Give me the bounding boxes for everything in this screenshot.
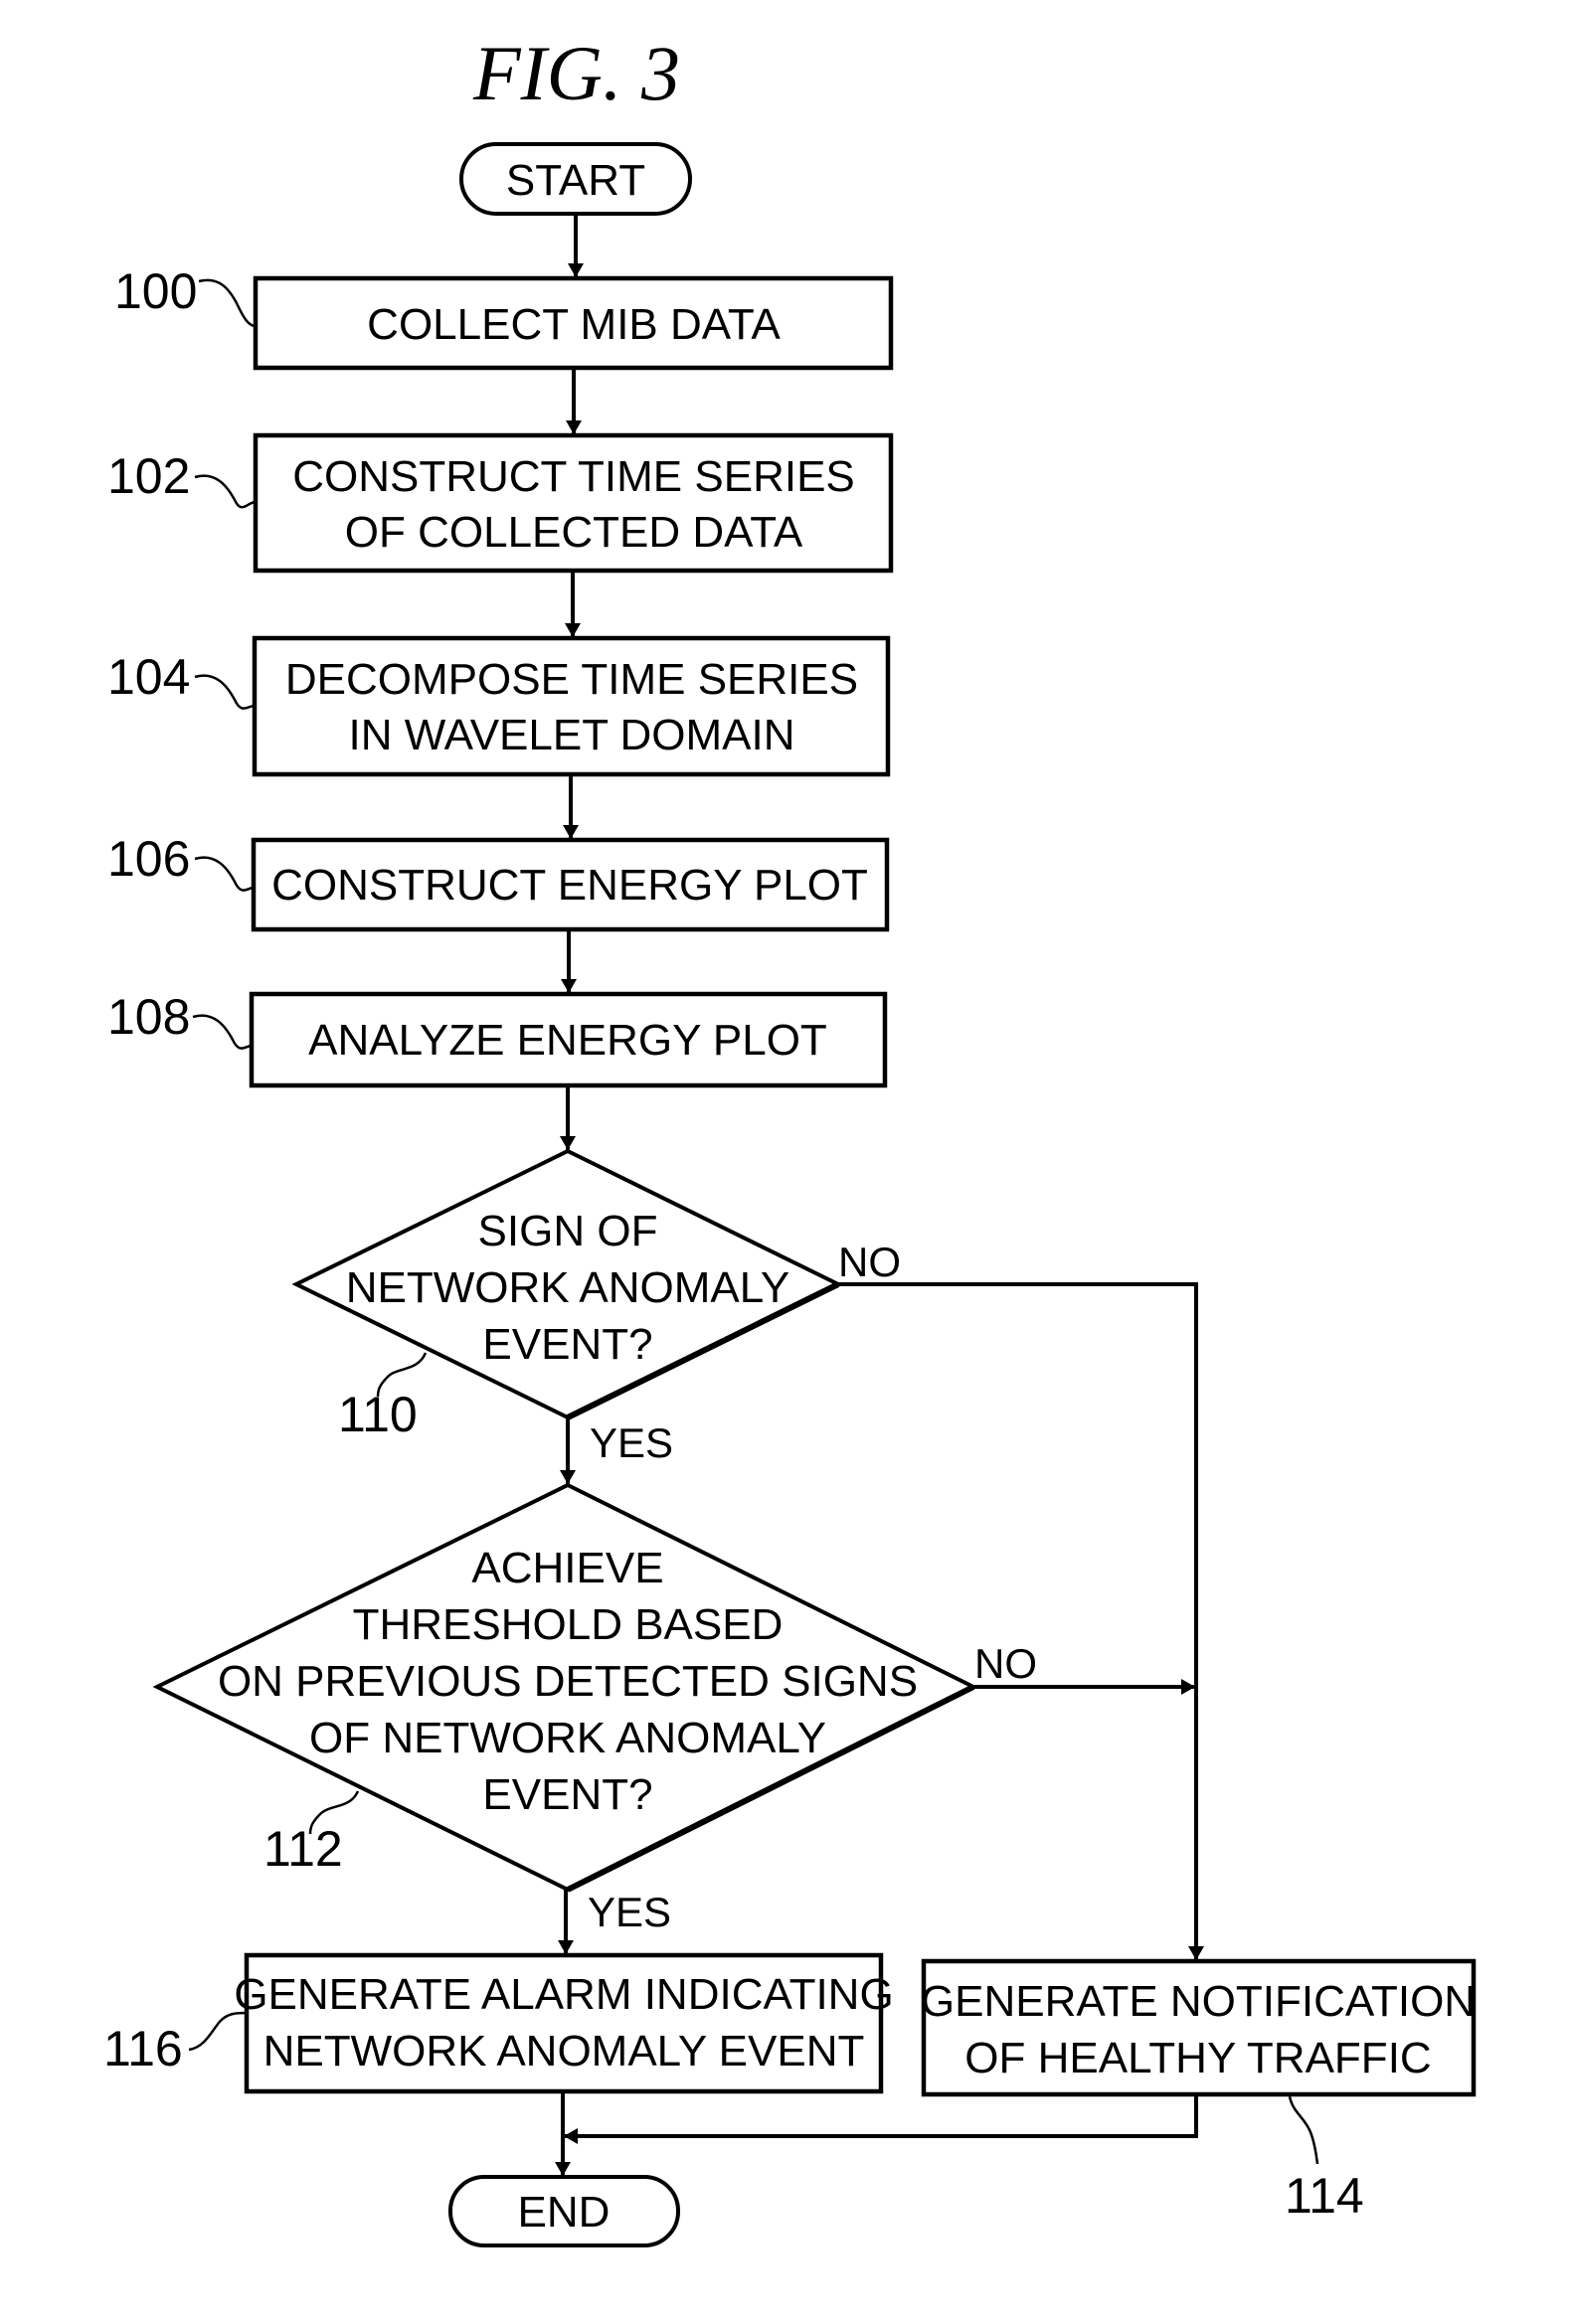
step-decompose-time-series: DECOMPOSE TIME SERIES IN WAVELET DOMAIN xyxy=(252,635,891,777)
step-label-line-1: GENERATE NOTIFICATION xyxy=(921,1977,1476,2026)
decision-sign-of-anomaly: SIGN OF NETWORK ANOMALY EVENT? xyxy=(291,1148,843,1420)
step-generate-alarm: GENERATE ALARM INDICATING NETWORK ANOMAL… xyxy=(234,1952,894,2094)
step-label-line-2: OF COLLECTED DATA xyxy=(345,508,803,557)
step-label-line-2: NETWORK ANOMALY EVENT xyxy=(263,2027,865,2075)
start-label: START xyxy=(506,156,645,205)
ref-number-108: 108 xyxy=(107,989,190,1045)
step-construct-time-series: CONSTRUCT TIME SERIES OF COLLECTED DATA xyxy=(253,432,894,574)
step-label: ANALYZE ENERGY PLOT xyxy=(308,1016,827,1065)
ref-leader xyxy=(1288,2095,1319,2165)
branch-label-no: NO xyxy=(974,1640,1037,1687)
decision-label-line-1: ACHIEVE xyxy=(471,1544,663,1592)
decision-label-line-4: OF NETWORK ANOMALY xyxy=(309,1714,826,1762)
step-label-line-1: CONSTRUCT TIME SERIES xyxy=(292,452,855,501)
branch-label-yes: YES xyxy=(590,1419,673,1466)
arrow-114-to-end xyxy=(564,2094,1198,2144)
decision-label-line-2: THRESHOLD BASED xyxy=(353,1600,784,1649)
ref-leader xyxy=(192,1014,253,1050)
decision-label-line-2: NETWORK ANOMALY xyxy=(346,1263,790,1312)
branch-label-yes: YES xyxy=(588,1889,671,1935)
arrow-110-no xyxy=(838,1282,1204,1960)
decision-label-line-5: EVENT? xyxy=(482,1770,652,1819)
step-label-line-2: OF HEALTHY TRAFFIC xyxy=(964,2034,1431,2082)
decision-label-line-1: SIGN OF xyxy=(478,1207,658,1255)
end-terminal: END xyxy=(448,2175,680,2247)
ref-leader xyxy=(194,474,257,509)
decision-label-line-3: EVENT? xyxy=(482,1320,652,1369)
step-label-line-1: DECOMPOSE TIME SERIES xyxy=(285,655,858,704)
flowchart: FIG. 3 START COLLECT MIB DATA 100 CONSTR… xyxy=(103,30,1477,2247)
branch-label-no: NO xyxy=(838,1239,901,1285)
ref-number-112: 112 xyxy=(263,1821,343,1877)
step-analyze-energy-plot: ANALYZE ENERGY PLOT xyxy=(249,991,888,1088)
step-generate-notification: GENERATE NOTIFICATION OF HEALTHY TRAFFIC xyxy=(921,1958,1477,2097)
start-terminal: START xyxy=(459,142,692,216)
step-collect-mib-data: COLLECT MIB DATA xyxy=(253,275,894,371)
figure-title: FIG. 3 xyxy=(472,30,680,116)
step-label: COLLECT MIB DATA xyxy=(367,300,781,349)
end-label: END xyxy=(518,2188,611,2237)
ref-number-104: 104 xyxy=(107,649,190,705)
ref-leader xyxy=(194,856,255,892)
step-label: CONSTRUCT ENERGY PLOT xyxy=(271,861,868,910)
ref-leader xyxy=(194,674,256,710)
ref-number-116: 116 xyxy=(103,2021,183,2076)
ref-number-114: 114 xyxy=(1285,2168,1364,2224)
ref-number-102: 102 xyxy=(107,448,190,504)
step-label-line-1: GENERATE ALARM INDICATING xyxy=(234,1970,893,2019)
ref-number-110: 110 xyxy=(338,1387,418,1442)
ref-leader xyxy=(198,278,257,328)
step-construct-energy-plot: CONSTRUCT ENERGY PLOT xyxy=(251,837,890,932)
ref-number-100: 100 xyxy=(114,263,197,319)
step-label-line-2: IN WAVELET DOMAIN xyxy=(348,711,794,759)
ref-number-106: 106 xyxy=(107,831,190,887)
decision-label-line-3: ON PREVIOUS DETECTED SIGNS xyxy=(218,1657,918,1706)
